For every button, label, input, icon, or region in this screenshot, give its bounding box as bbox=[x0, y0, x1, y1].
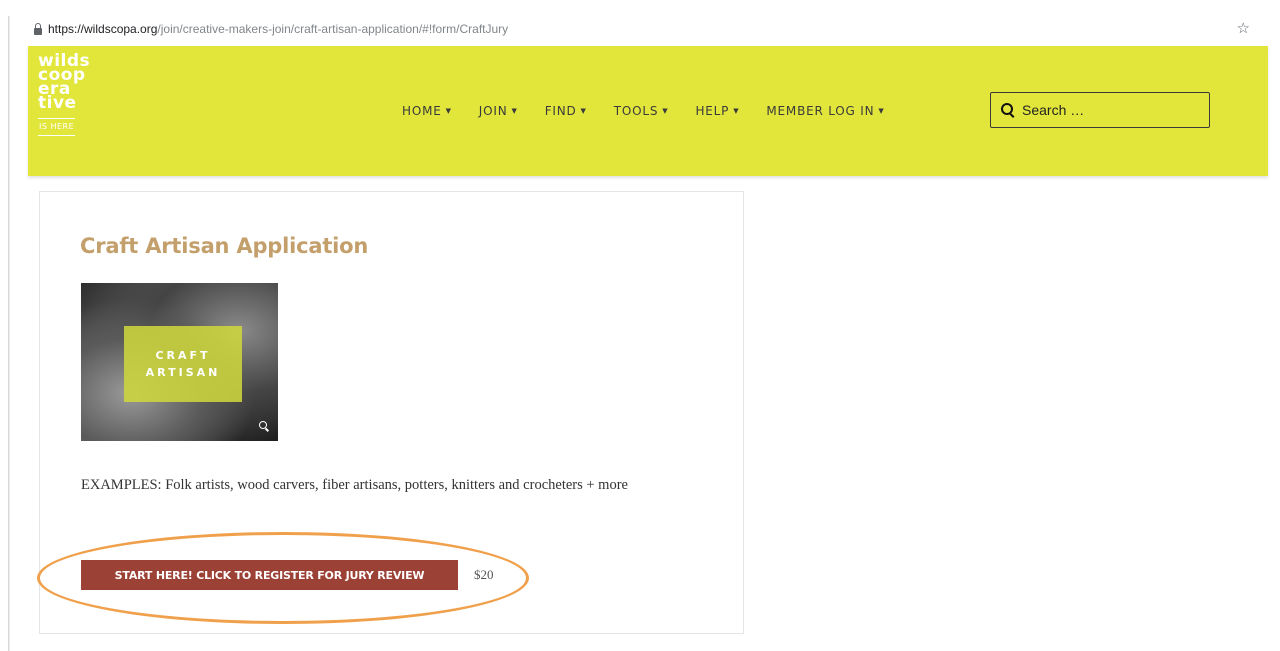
window-edge bbox=[8, 16, 10, 651]
url-text[interactable]: https://wildscopa.org/join/creative-make… bbox=[48, 22, 508, 36]
nav-item-label: TOOLS bbox=[613, 104, 659, 118]
register-jury-review-button[interactable]: START HERE! CLICK TO REGISTER FOR JURY R… bbox=[81, 560, 458, 590]
nav-item-help[interactable]: HELP ▼ bbox=[695, 104, 739, 118]
product-title: Craft Artisan Application bbox=[80, 234, 369, 258]
nav-item-find[interactable]: FIND ▼ bbox=[545, 104, 587, 118]
product-image[interactable]: CRAFT ARTISAN bbox=[81, 283, 278, 441]
image-text-artisan: ARTISAN bbox=[145, 366, 221, 379]
caret-down-icon: ▼ bbox=[445, 107, 452, 115]
url-host: https://wildscopa.org bbox=[48, 22, 158, 36]
image-overlay: CRAFT ARTISAN bbox=[124, 326, 242, 402]
nav-item-join[interactable]: JOIN ▼ bbox=[479, 104, 518, 118]
product-description: EXAMPLES: Folk artists, wood carvers, fi… bbox=[81, 477, 628, 493]
caret-down-icon: ▼ bbox=[580, 107, 587, 115]
zoom-icon[interactable] bbox=[259, 421, 267, 429]
search-icon[interactable] bbox=[1001, 103, 1013, 115]
nav-item-tools[interactable]: TOOLS ▼ bbox=[614, 104, 669, 118]
product-price: $20 bbox=[474, 567, 494, 582]
product-card: Craft Artisan Application CRAFT ARTISAN … bbox=[39, 191, 744, 634]
search-input[interactable] bbox=[1022, 102, 1192, 118]
logo-tagline: IS HERE bbox=[38, 118, 76, 136]
caret-down-icon: ▼ bbox=[662, 107, 669, 115]
page: https://wildscopa.org/join/creative-make… bbox=[0, 0, 1280, 651]
nav-item-home[interactable]: HOME ▼ bbox=[402, 104, 452, 118]
nav-item-label: FIND bbox=[544, 104, 577, 118]
url-path: /join/creative-makers-join/craft-artisan… bbox=[157, 22, 509, 36]
caret-down-icon: ▼ bbox=[733, 107, 740, 115]
main-nav: HOME ▼ JOIN ▼ FIND ▼ TOOLS ▼ HELP ▼ MEMBER LO… bbox=[402, 104, 912, 118]
nav-item-label: HOME bbox=[402, 104, 442, 118]
nav-item-label: HELP bbox=[695, 104, 730, 118]
search-box[interactable] bbox=[990, 92, 1210, 128]
bookmark-star-icon[interactable]: ☆ bbox=[1237, 19, 1250, 37]
image-text-craft: CRAFT bbox=[155, 349, 211, 362]
nav-item-label: JOIN bbox=[478, 104, 508, 118]
caret-down-icon: ▼ bbox=[511, 107, 518, 115]
logo-line-4: tive bbox=[38, 93, 77, 113]
nav-item-label: MEMBER LOG IN bbox=[766, 104, 875, 118]
caret-down-icon: ▼ bbox=[878, 107, 885, 115]
site-header: wilds coop era tive IS HERE HOME ▼ JOIN ▼ … bbox=[28, 46, 1268, 176]
site-logo[interactable]: wilds coop era tive IS HERE bbox=[38, 53, 106, 166]
lock-icon bbox=[34, 22, 42, 35]
nav-item-member-log-in[interactable]: MEMBER LOG IN ▼ bbox=[766, 104, 884, 118]
address-bar[interactable]: https://wildscopa.org/join/creative-make… bbox=[12, 16, 1268, 42]
